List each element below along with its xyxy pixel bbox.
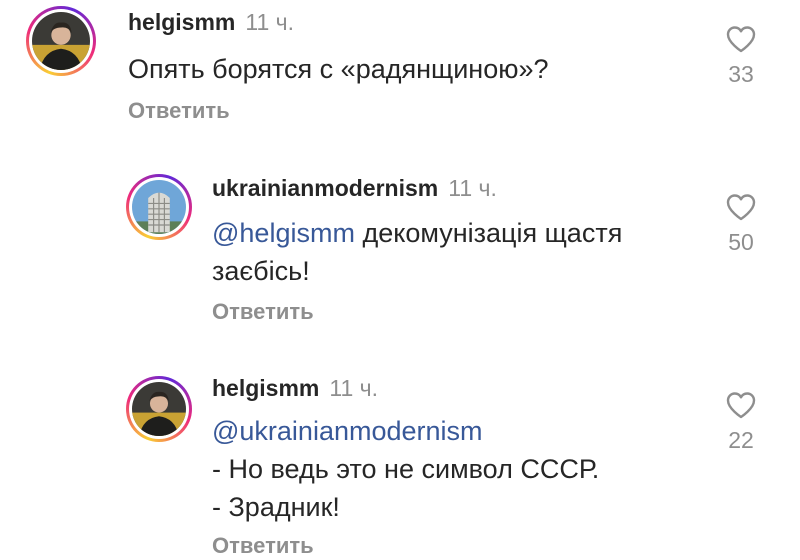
mention-link[interactable]: @ukrainianmodernism (212, 412, 682, 450)
comment-text: Опять борятся с «радянщиною»? (128, 50, 608, 88)
reply-button[interactable]: Ответить (128, 97, 230, 125)
comment-meta: ukrainianmodernism 11 ч. (212, 174, 497, 202)
comment-meta: helgismm 11 ч. (212, 374, 378, 402)
mention-link[interactable]: @helgismm (212, 218, 355, 248)
reply-button[interactable]: Ответить (212, 298, 314, 326)
heart-outline-icon[interactable] (725, 390, 757, 420)
heart-outline-icon[interactable] (725, 24, 757, 54)
comment-text: @ukrainianmodernism - Но ведь это не сим… (212, 412, 682, 526)
comment-1: helgismm 11 ч. Опять борятся с «радянщино… (0, 0, 800, 140)
avatar-building-icon (132, 180, 186, 234)
avatar-photo-icon (32, 12, 90, 70)
username[interactable]: ukrainianmodernism (212, 175, 438, 201)
comment-3: helgismm 11 ч. @ukrainianmodernism - Но в… (0, 368, 800, 558)
heart-outline-icon[interactable] (725, 192, 757, 222)
comment-line-2: - Зрадник! (212, 492, 340, 522)
avatar[interactable] (126, 376, 192, 442)
timestamp: 11 ч. (448, 175, 497, 201)
username[interactable]: helgismm (212, 375, 319, 401)
like-count: 33 (728, 61, 754, 87)
like-count: 50 (728, 229, 754, 255)
like-control: 50 (711, 192, 771, 256)
comment-text: @helgismm декомунізація щастя заєбісь! (212, 214, 682, 290)
avatar[interactable] (26, 6, 96, 76)
timestamp: 11 ч. (245, 9, 295, 35)
username[interactable]: helgismm (128, 9, 235, 35)
avatar-photo-icon (132, 382, 186, 436)
comment-meta: helgismm 11 ч. (128, 8, 294, 36)
comment-body: Опять борятся с «радянщиною»? (128, 54, 549, 84)
like-control: 33 (711, 24, 771, 88)
comment-line-1: - Но ведь это не символ СССР. (212, 454, 600, 484)
avatar[interactable] (126, 174, 192, 240)
like-control: 22 (711, 390, 771, 454)
like-count: 22 (728, 427, 754, 453)
timestamp: 11 ч. (329, 375, 379, 401)
comment-2: ukrainianmodernism 11 ч. @helgismm декому… (0, 168, 800, 338)
